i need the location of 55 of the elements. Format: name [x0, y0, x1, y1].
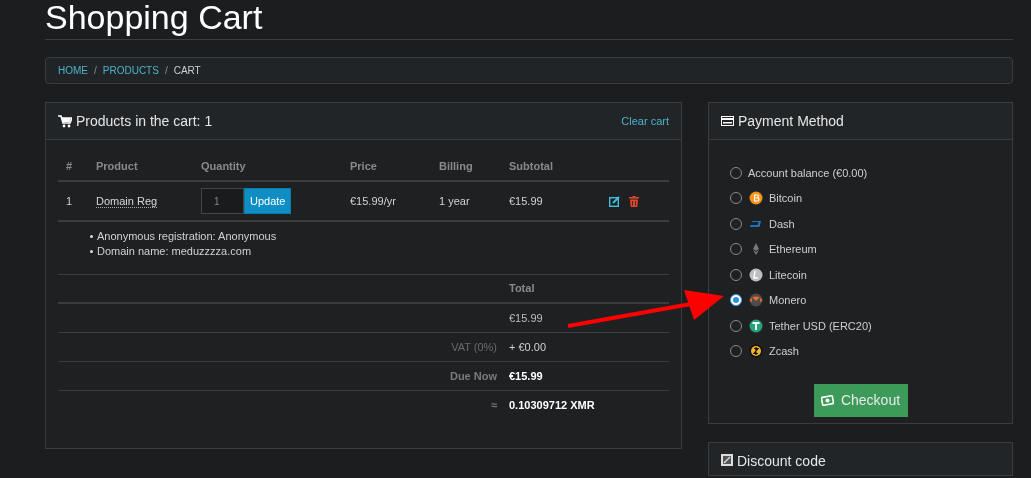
- payment-option[interactable]: Zcash: [730, 338, 1012, 364]
- table-cell-text: 1: [65, 193, 74, 209]
- bullet-icon: [90, 250, 93, 253]
- radio-button[interactable]: [730, 294, 742, 307]
- column-header: #: [65, 159, 74, 175]
- payment-option[interactable]: Dash: [730, 211, 1012, 237]
- column-header: Product: [96, 159, 139, 175]
- total-value: + €0.00: [509, 339, 546, 355]
- product-link[interactable]: Domain Reg: [96, 194, 158, 208]
- breadcrumb-separator: /: [94, 64, 97, 78]
- table-cell-text: €15.99/yr: [350, 193, 397, 209]
- panel-title: Products in the cart: 1: [76, 111, 213, 131]
- column-header: Price: [350, 159, 378, 175]
- total-label: ≈: [490, 399, 497, 412]
- coupon-icon: [721, 454, 733, 466]
- card-icon: [721, 116, 734, 126]
- breadcrumb-link[interactable]: HOME: [58, 63, 88, 78]
- item-detail: Domain name: meduzzzza.com: [97, 244, 252, 259]
- column-header: Total: [509, 281, 535, 297]
- breadcrumb-link[interactable]: PRODUCTS: [102, 63, 159, 78]
- coin-icon: [749, 191, 763, 206]
- table-cell-text: €15.99: [509, 193, 544, 209]
- cart-icon: [58, 114, 72, 128]
- total-value: 0.10309712 XMR: [509, 398, 595, 414]
- update-button[interactable]: Update: [244, 188, 292, 214]
- column-header: Quantity: [201, 159, 247, 175]
- trash-icon[interactable]: [629, 195, 639, 207]
- coin-icon: [749, 267, 763, 282]
- payment-option[interactable]: Bitcoin: [730, 185, 1012, 211]
- table-cell-text: 1 year: [439, 193, 471, 209]
- page-title: Shopping Cart: [45, 0, 263, 34]
- payment-option[interactable]: Litecoin: [730, 262, 1012, 288]
- payment-option[interactable]: Monero: [730, 287, 1012, 313]
- coin-icon: [749, 293, 763, 308]
- coin-icon: [749, 318, 763, 333]
- payment-option[interactable]: Account balance (€0.00): [730, 160, 1012, 186]
- quantity-field[interactable]: 1: [201, 188, 244, 214]
- column-header: Billing: [439, 159, 474, 175]
- breadcrumb-separator: /: [164, 64, 168, 78]
- payment-option[interactable]: Ethereum: [730, 236, 1012, 262]
- coin-icon: [749, 344, 763, 359]
- total-value: €15.99: [509, 310, 543, 326]
- panel-title: Payment Method: [738, 111, 844, 131]
- item-detail: Anonymous registration: Anonymous: [97, 229, 277, 244]
- total-label: Due Now: [449, 369, 497, 382]
- panel-title: Discount code: [737, 454, 826, 468]
- edit-icon[interactable]: [609, 195, 620, 207]
- clear-cart-link[interactable]: Clear cart: [621, 112, 669, 130]
- payment-option[interactable]: Tether USD (ERC20): [730, 313, 1012, 339]
- bullet-icon: [90, 235, 93, 238]
- total-label: VAT (0%): [451, 340, 497, 353]
- column-header: Subtotal: [509, 159, 554, 175]
- current-page-label: CART: [173, 64, 201, 78]
- money-icon: [820, 395, 834, 406]
- total-value: €15.99: [509, 368, 543, 384]
